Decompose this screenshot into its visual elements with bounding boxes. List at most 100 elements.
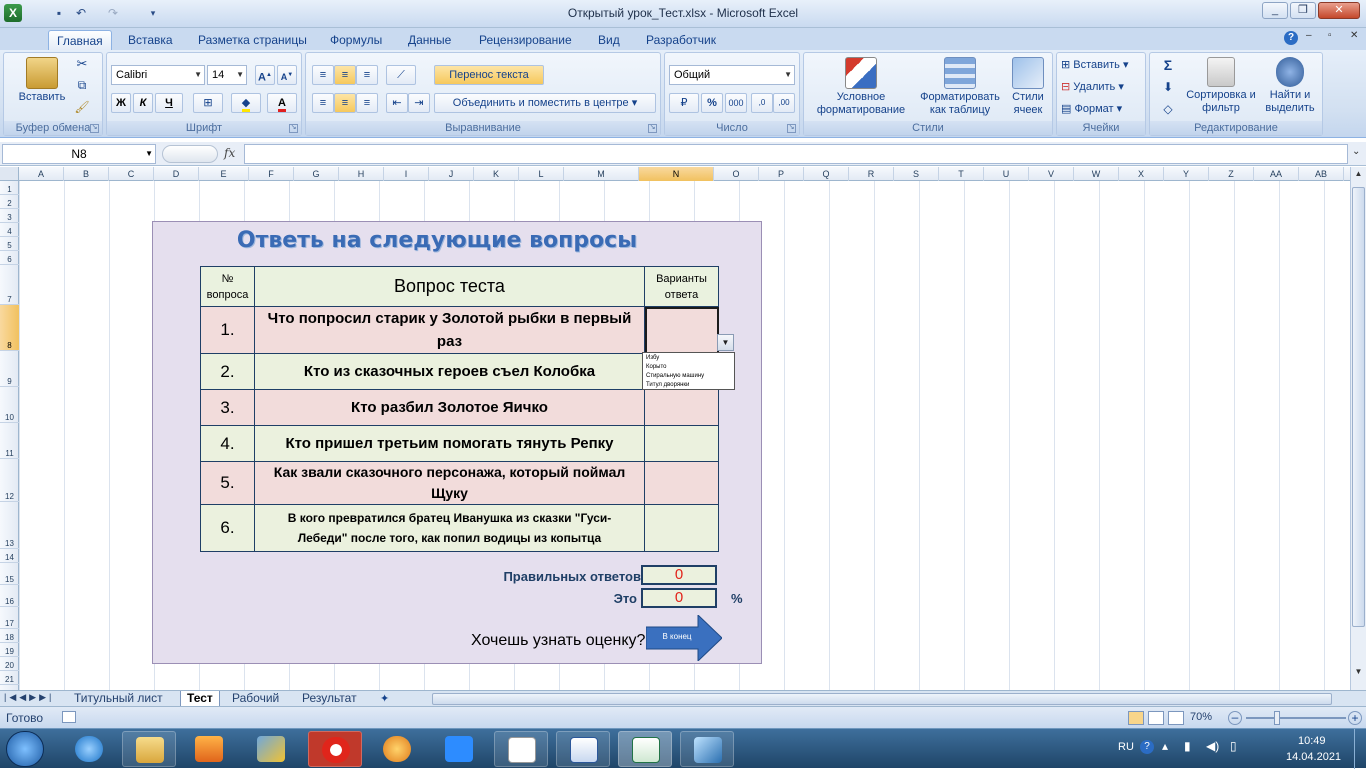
column-header[interactable]: X: [1119, 167, 1164, 181]
taskbar-zoom[interactable]: [432, 731, 486, 767]
column-header[interactable]: R: [849, 167, 894, 181]
column-header[interactable]: M: [564, 167, 639, 181]
font-name-combo[interactable]: Calibri ▼: [111, 65, 205, 85]
tab-developer[interactable]: Разработчик: [638, 30, 724, 50]
column-header[interactable]: N: [639, 167, 714, 181]
increase-decimal-button[interactable]: ,0: [751, 93, 773, 113]
answer-cell[interactable]: [644, 425, 719, 462]
formula-input[interactable]: [244, 144, 1348, 164]
zoom-in-icon[interactable]: +: [1348, 711, 1362, 725]
macro-record-icon[interactable]: [62, 711, 76, 723]
column-header[interactable]: L: [519, 167, 564, 181]
dropdown-option[interactable]: Стиральную машину: [646, 372, 731, 381]
column-header[interactable]: A: [19, 167, 64, 181]
column-header[interactable]: AB: [1299, 167, 1344, 181]
sheet-tab-work[interactable]: Рабочий: [226, 691, 285, 707]
taskbar-feather[interactable]: [680, 731, 734, 767]
normal-view-icon[interactable]: [1128, 711, 1144, 725]
language-indicator[interactable]: RU: [1118, 741, 1134, 753]
column-header[interactable]: V: [1029, 167, 1074, 181]
cut-icon[interactable]: ✂: [72, 57, 92, 70]
column-header[interactable]: B: [64, 167, 109, 181]
row-header[interactable]: 12: [0, 459, 19, 502]
restore-button[interactable]: ❐: [1290, 2, 1316, 19]
row-header[interactable]: 2: [0, 195, 19, 209]
clear-icon[interactable]: ◇: [1154, 103, 1182, 116]
tab-view[interactable]: Вид: [590, 30, 628, 50]
answer-cell[interactable]: [644, 504, 719, 552]
column-header[interactable]: T: [939, 167, 984, 181]
row-header[interactable]: 8: [0, 305, 19, 351]
row-header[interactable]: 1: [0, 181, 19, 195]
row-header[interactable]: 11: [0, 423, 19, 459]
column-header[interactable]: O: [714, 167, 759, 181]
insert-cells-button[interactable]: ⊞ Вставить ▾: [1061, 59, 1143, 72]
column-header[interactable]: U: [984, 167, 1029, 181]
bold-button[interactable]: Ж: [111, 93, 131, 113]
zoom-level[interactable]: 70%: [1190, 711, 1212, 723]
column-header[interactable]: E: [199, 167, 249, 181]
format-cells-button[interactable]: ▤ Формат ▾: [1061, 103, 1143, 116]
column-header[interactable]: G: [294, 167, 339, 181]
select-all-button[interactable]: [0, 167, 19, 181]
column-header[interactable]: P: [759, 167, 804, 181]
row-header[interactable]: 17: [0, 607, 19, 629]
dropdown-option[interactable]: Корыто: [646, 363, 731, 372]
fill-color-button[interactable]: ◆: [231, 93, 261, 113]
tab-home[interactable]: Главная: [48, 30, 112, 50]
clock-date[interactable]: 14.04.2021: [1286, 751, 1341, 763]
tab-page-layout[interactable]: Разметка страницы: [190, 30, 315, 50]
number-launcher-icon[interactable]: ↘: [787, 124, 796, 133]
row-header[interactable]: 5: [0, 237, 19, 251]
taskbar-paint[interactable]: [244, 731, 298, 767]
sheet-tab-test[interactable]: Тест: [180, 691, 220, 707]
number-format-combo[interactable]: Общий ▼: [669, 65, 795, 85]
font-launcher-icon[interactable]: ↘: [289, 124, 298, 133]
find-select-button[interactable]: Найти и выделить: [1258, 57, 1322, 115]
decrease-decimal-button[interactable]: ,00: [773, 93, 795, 113]
italic-button[interactable]: К: [133, 93, 153, 113]
row-header[interactable]: 14: [0, 549, 19, 563]
row-header[interactable]: 19: [0, 643, 19, 657]
ribbon-close-icon[interactable]: ✕: [1350, 30, 1358, 41]
zoom-slider-thumb[interactable]: [1274, 711, 1280, 725]
row-header[interactable]: 4: [0, 223, 19, 237]
shrink-font-button[interactable]: A▼: [277, 65, 297, 85]
paste-button[interactable]: Вставить: [12, 57, 72, 104]
fill-icon[interactable]: ⬇: [1154, 81, 1182, 94]
wrap-text-button[interactable]: Перенос текста: [434, 65, 544, 85]
column-header[interactable]: J: [429, 167, 474, 181]
answer-cell[interactable]: [644, 389, 719, 426]
column-header[interactable]: Y: [1164, 167, 1209, 181]
vertical-scrollbar[interactable]: ▲ ▼: [1350, 167, 1366, 690]
row-header[interactable]: 21: [0, 671, 19, 685]
page-layout-view-icon[interactable]: [1148, 711, 1164, 725]
ribbon-minimize-icon[interactable]: –: [1306, 30, 1312, 41]
conditional-formatting-button[interactable]: Условное форматирование: [808, 57, 914, 117]
column-header[interactable]: C: [109, 167, 154, 181]
column-header[interactable]: S: [894, 167, 939, 181]
align-top-button[interactable]: ≡: [312, 65, 334, 85]
taskbar-media[interactable]: [182, 731, 236, 767]
volume-icon[interactable]: ◀): [1206, 739, 1219, 753]
start-button[interactable]: [6, 731, 44, 767]
taskbar-word[interactable]: [556, 731, 610, 767]
validation-dropdown-button[interactable]: ▼: [717, 334, 734, 351]
alignment-launcher-icon[interactable]: ↘: [648, 124, 657, 133]
zoom-slider[interactable]: [1246, 717, 1346, 719]
grow-font-button[interactable]: A▲: [255, 65, 275, 85]
row-header[interactable]: 7: [0, 265, 19, 305]
end-button[interactable]: В конец: [645, 613, 723, 663]
taskbar-explorer[interactable]: [122, 731, 176, 767]
increase-indent-button[interactable]: ⇥: [408, 93, 430, 113]
align-middle-button[interactable]: ≡: [334, 65, 356, 85]
align-left-button[interactable]: ≡: [312, 93, 334, 113]
sheet-tab-title[interactable]: Титульный лист: [68, 691, 169, 707]
expand-formula-bar-icon[interactable]: ⌄: [1352, 146, 1360, 157]
row-header[interactable]: 3: [0, 209, 19, 223]
taskbar-app[interactable]: [370, 731, 424, 767]
dropdown-option[interactable]: Титул дворянки: [646, 381, 731, 390]
font-size-combo[interactable]: 14 ▼: [207, 65, 247, 85]
column-header[interactable]: Z: [1209, 167, 1254, 181]
borders-button[interactable]: ⊞: [193, 93, 223, 113]
